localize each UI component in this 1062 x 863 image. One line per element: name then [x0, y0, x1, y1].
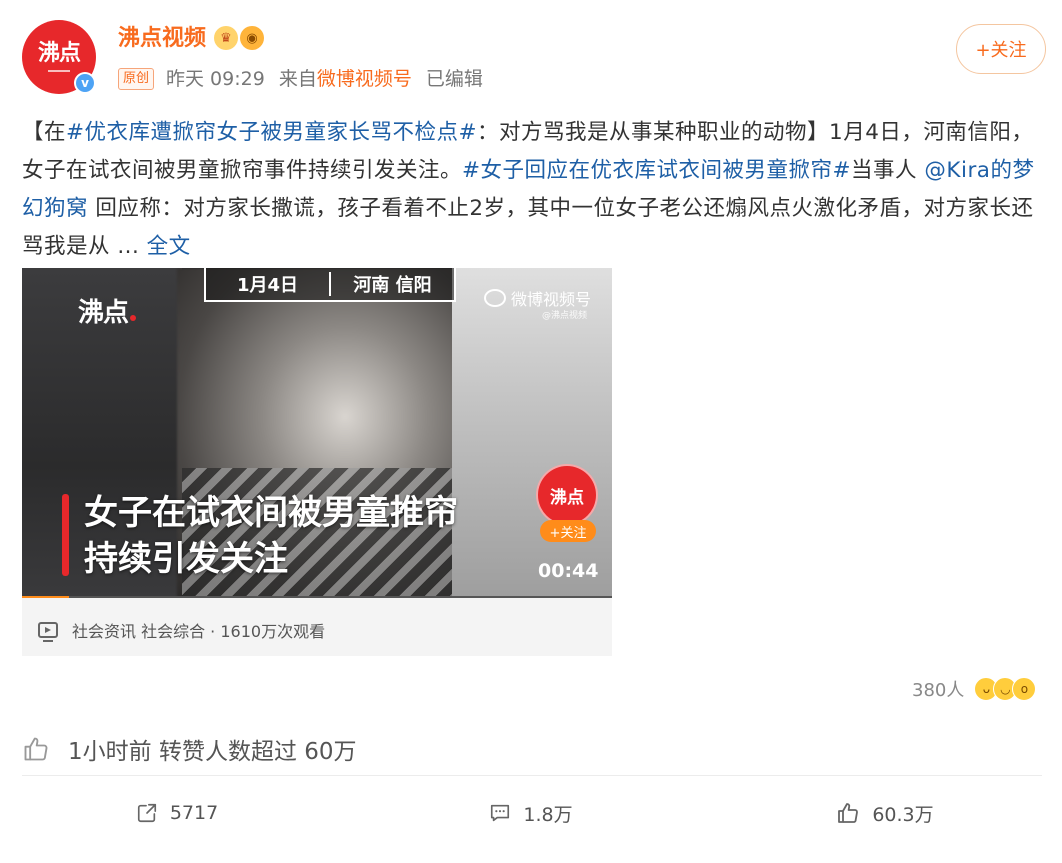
like-count: 60.3万 — [872, 803, 934, 826]
reaction-count: 380人 — [912, 680, 965, 701]
video-caption: 女子在试衣间被男童推帘 持续引发关注 — [84, 490, 458, 582]
video-meta: 社会资讯 社会综合 · 1610万次观看 — [38, 618, 325, 642]
wow-emoji-icon: o — [1012, 677, 1037, 701]
reactions-summary[interactable]: 380人 ᴗ ◡ o — [912, 676, 1037, 702]
weibo-platform-text: 微博视频号 — [511, 290, 592, 309]
post-text-part: 当事人 — [851, 158, 925, 183]
original-tag: 原创 — [118, 68, 155, 90]
post-time[interactable]: 昨天 09:29 — [166, 66, 265, 92]
video-follow-button[interactable]: +关注 — [540, 520, 596, 542]
share-button[interactable]: 5717 — [0, 788, 354, 838]
fish-badge-icon: ◉ — [240, 26, 264, 50]
action-bar: 5717 1.8万 60.3万 — [0, 788, 1062, 838]
like-button[interactable]: 60.3万 — [708, 788, 1062, 838]
video-player[interactable]: 1月4日 河南 信阳 沸点 微博视频号 @沸点视频 女子在试衣间被男童推帘 持续… — [22, 268, 612, 598]
video-logo-text: 沸点 — [78, 298, 129, 328]
avatar-logo-underline — [48, 69, 70, 72]
trending-notice: 1小时前 转赞人数超过 60万 — [22, 722, 1042, 776]
post-meta: 原创 昨天 09:29 来自 微博视频号 已编辑 — [118, 66, 483, 92]
post-body: 【在#优衣库遭掀帘女子被男童家长骂不检点#：对方骂我是从事某种职业的动物】1月4… — [22, 114, 1042, 266]
video-meta-text: 社会资讯 社会综合 · 1610万次观看 — [72, 622, 326, 641]
comment-count: 1.8万 — [523, 803, 573, 826]
verified-mark: v — [76, 74, 94, 92]
account-name[interactable]: 沸点视频 — [118, 24, 206, 54]
post-text-part: 【在 — [22, 120, 67, 145]
expand-full-text-link[interactable]: 全文 — [147, 234, 191, 259]
source-prefix: 来自 — [278, 68, 317, 90]
video-date: 1月4日 — [236, 275, 299, 296]
weibo-watermark-account: @沸点视频 — [542, 311, 588, 321]
video-duration: 00:44 — [538, 560, 599, 582]
share-count: 5717 — [169, 802, 219, 824]
tv-icon — [38, 622, 58, 642]
follow-button[interactable]: +关注 — [956, 24, 1046, 74]
logo-dot — [130, 315, 137, 321]
thumb-up-icon — [24, 737, 48, 760]
reaction-emojis: ᴗ ◡ o — [974, 677, 1037, 701]
hashtag-link[interactable]: #女子回应在优衣库试衣间被男童掀帘# — [462, 158, 851, 183]
notice-text: 1小时前 转赞人数超过 60万 — [68, 738, 357, 765]
source-link[interactable]: 微博视频号 — [317, 66, 412, 92]
comment-button[interactable]: 1.8万 — [354, 788, 708, 838]
caption-accent-bar — [62, 494, 69, 576]
weibo-video-watermark: 微博视频号 — [484, 286, 591, 310]
verified-icon: v — [74, 72, 96, 94]
account-badges: ♛ ◉ — [214, 26, 264, 50]
like-icon — [838, 803, 859, 823]
avatar-logo-text: 沸点 — [37, 40, 81, 66]
video-author-avatar[interactable]: 沸点 — [536, 464, 598, 526]
caption-line: 持续引发关注 — [84, 539, 288, 579]
crown-badge-icon: ♛ — [214, 26, 238, 50]
video-frame-right — [452, 268, 612, 598]
comment-icon — [491, 804, 510, 822]
video-progress-fill — [22, 596, 70, 598]
video-progress-bar[interactable] — [22, 596, 612, 598]
weibo-logo-icon — [484, 289, 506, 307]
video-place: 河南 信阳 — [353, 275, 432, 296]
edited-label: 已编辑 — [425, 68, 483, 90]
video-date-banner: 1月4日 河南 信阳 — [204, 268, 456, 302]
video-card[interactable]: 1月4日 河南 信阳 沸点 微博视频号 @沸点视频 女子在试衣间被男童推帘 持续… — [22, 268, 612, 656]
caption-line: 女子在试衣间被男童推帘 — [84, 493, 458, 533]
hashtag-link[interactable]: #优衣库遭掀帘女子被男童家长骂不检点# — [66, 120, 477, 145]
post-header: 沸点 v 沸点视频 ♛ ◉ 原创 昨天 09:29 来自 微博视频号 已编辑 +… — [0, 0, 1062, 110]
video-watermark-logo: 沸点 — [78, 292, 137, 329]
share-icon — [137, 803, 156, 823]
